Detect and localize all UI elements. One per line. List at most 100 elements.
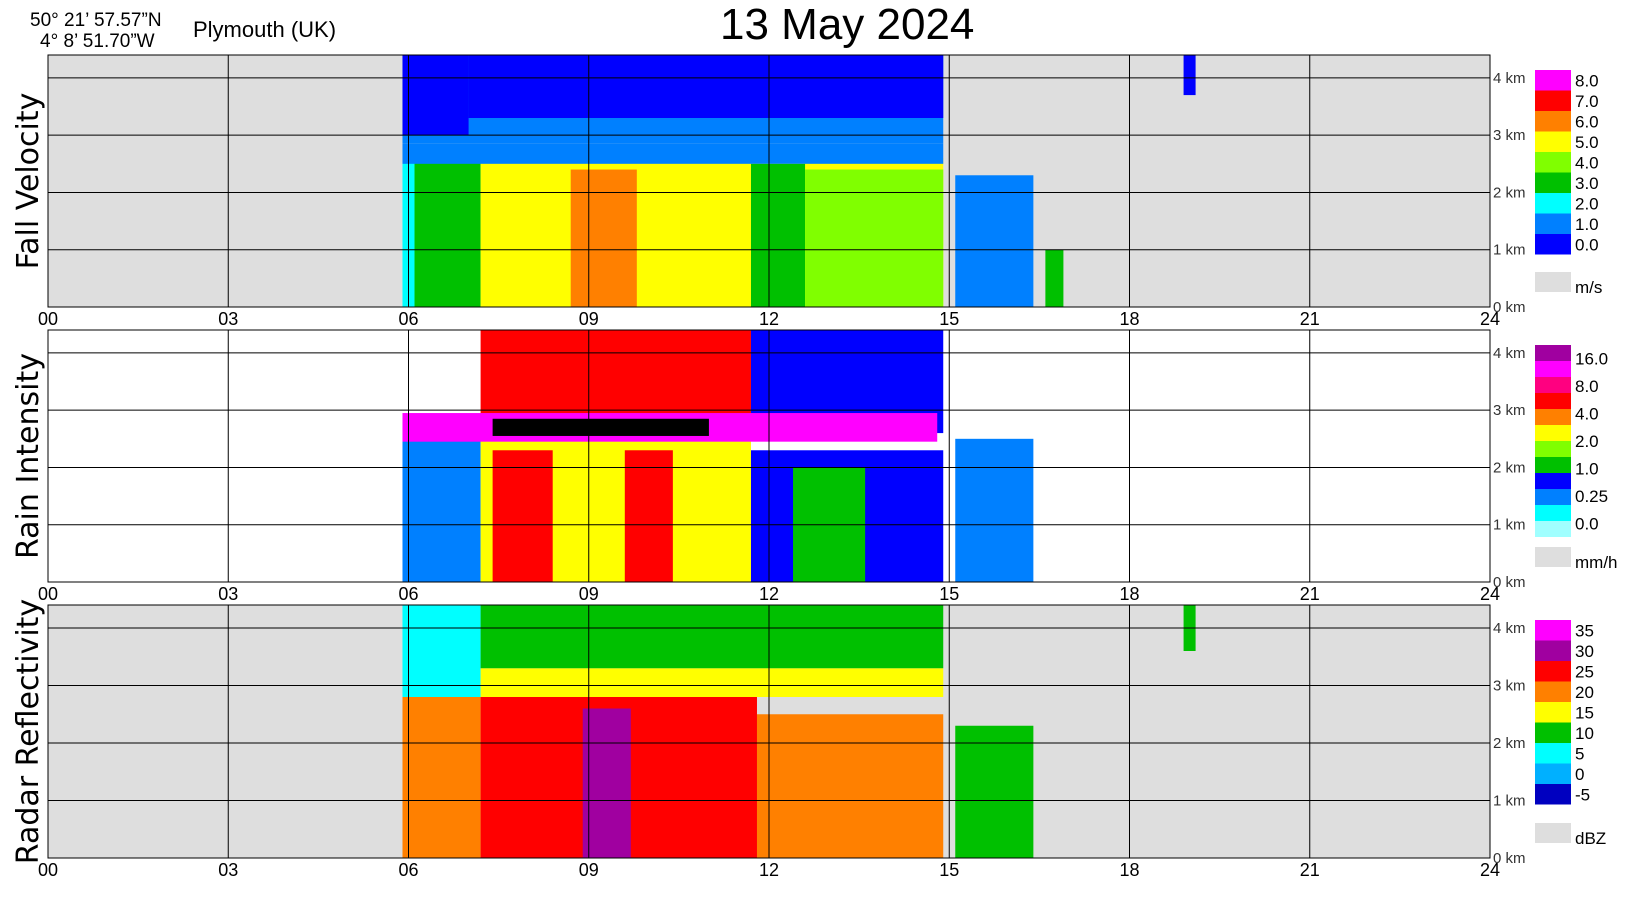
- data-band: [492, 450, 553, 582]
- colorbar-swatch: [1535, 234, 1571, 255]
- colorbar-label: 8.0: [1575, 377, 1599, 396]
- colorbar-label: 4.0: [1575, 405, 1599, 424]
- colorbar-swatch: [1535, 784, 1571, 805]
- colorbar-label: 15: [1575, 703, 1594, 722]
- y-tick-label: 0 km: [1493, 299, 1526, 316]
- x-tick-label: 12: [759, 309, 779, 329]
- colorbar-label: 3.0: [1575, 174, 1599, 193]
- nodata-swatch: [1535, 823, 1571, 843]
- x-tick-label: 09: [579, 860, 599, 880]
- data-band: [414, 146, 481, 307]
- y-tick-label: 4 km: [1493, 70, 1526, 87]
- x-tick-label: 18: [1119, 309, 1139, 329]
- data-band: [402, 55, 469, 136]
- colorbar-swatch: [1535, 702, 1571, 723]
- colorbar-label: 2.0: [1575, 432, 1599, 451]
- colorbar-label: 6.0: [1575, 112, 1599, 131]
- colorbar-swatch: [1535, 213, 1571, 234]
- colorbar-label: 25: [1575, 662, 1594, 681]
- data-band: [1183, 55, 1196, 96]
- x-tick-label: 00: [38, 309, 58, 329]
- colorbar-swatch: [1535, 425, 1571, 441]
- x-tick-label: 12: [759, 584, 779, 604]
- data-band: [582, 708, 631, 858]
- colorbar-swatch: [1535, 681, 1571, 702]
- colorbar-label: 0.0: [1575, 235, 1599, 254]
- colorbar-label: -5: [1575, 785, 1590, 804]
- colorbar-swatch: [1535, 441, 1571, 457]
- unit-label: dBZ: [1575, 829, 1606, 848]
- unit-label: m/s: [1575, 278, 1602, 297]
- colorbar-label: 0.0: [1575, 514, 1599, 533]
- y-tick-label: 1 km: [1493, 517, 1526, 534]
- colorbar-swatch: [1535, 377, 1571, 393]
- radar-charts: 00 03 06 09 12 15 18 21 240 km1 km2 km3 km4 kmFa…: [11, 54, 1618, 880]
- y-axis-label: Fall Velocity: [11, 93, 46, 270]
- colorbar-swatch: [1535, 640, 1571, 661]
- x-tick-label: 12: [759, 860, 779, 880]
- colorbar-swatch: [1535, 131, 1571, 152]
- colorbar-label: 0.25: [1575, 487, 1608, 506]
- x-tick-label: 15: [939, 860, 959, 880]
- y-tick-label: 4 km: [1493, 345, 1526, 362]
- data-band: [955, 725, 1034, 858]
- data-band: [402, 421, 481, 582]
- colorbar-label: 1.0: [1575, 215, 1599, 234]
- y-tick-label: 3 km: [1493, 678, 1526, 695]
- data-band: [468, 55, 944, 118]
- y-tick-label: 4 km: [1493, 620, 1526, 637]
- colorbar-label: 7.0: [1575, 92, 1599, 111]
- colorbar-swatch: [1535, 361, 1571, 377]
- data-band: [492, 418, 709, 436]
- y-tick-label: 1 km: [1493, 793, 1526, 810]
- data-band: [570, 169, 637, 307]
- nodata-swatch: [1535, 547, 1571, 567]
- colorbar-label: 0: [1575, 765, 1584, 784]
- data-band: [480, 668, 944, 697]
- colorbar-swatch: [1535, 193, 1571, 214]
- colorbar-label: 1.0: [1575, 459, 1599, 478]
- colorbar-swatch: [1535, 152, 1571, 173]
- panel-2: 00 03 06 09 12 15 18 21 240 km1 km2 km3 km4 kmRa…: [11, 329, 1618, 604]
- colorbar-swatch: [1535, 111, 1571, 132]
- y-tick-label: 3 km: [1493, 402, 1526, 419]
- y-tick-label: 0 km: [1493, 850, 1526, 867]
- colorbar-label: 10: [1575, 724, 1594, 743]
- colorbar-swatch: [1535, 661, 1571, 682]
- data-band: [480, 605, 944, 669]
- data-band: [750, 163, 806, 307]
- x-tick-label: 18: [1119, 584, 1139, 604]
- colorbar-swatch: [1535, 489, 1571, 505]
- colorbar-swatch: [1535, 393, 1571, 409]
- colorbar-label: 2.0: [1575, 194, 1599, 213]
- y-tick-label: 2 km: [1493, 735, 1526, 752]
- data-band: [402, 143, 944, 164]
- y-axis-label: Radar Reflectivity: [11, 599, 46, 864]
- colorbar-swatch: [1535, 457, 1571, 473]
- panel-3: 00 03 06 09 12 15 18 21 240 km1 km2 km3 km4 kmRa…: [11, 599, 1606, 880]
- colorbar-swatch: [1535, 505, 1571, 521]
- colorbar-label: 5.0: [1575, 133, 1599, 152]
- data-band: [955, 438, 1034, 582]
- data-band: [955, 175, 1034, 307]
- colorbar-label: 4.0: [1575, 153, 1599, 172]
- colorbar-label: 16.0: [1575, 350, 1608, 369]
- colorbar-swatch: [1535, 172, 1571, 193]
- y-tick-label: 2 km: [1493, 459, 1526, 476]
- x-tick-label: 21: [1300, 584, 1320, 604]
- data-band: [1045, 249, 1064, 307]
- colorbar-swatch: [1535, 763, 1571, 784]
- colorbar-label: 30: [1575, 642, 1594, 661]
- x-tick-label: 09: [579, 584, 599, 604]
- unit-label: mm/h: [1575, 553, 1618, 572]
- x-tick-label: 15: [939, 309, 959, 329]
- nodata-swatch: [1535, 272, 1571, 292]
- x-tick-label: 21: [1300, 309, 1320, 329]
- colorbar-swatch: [1535, 70, 1571, 91]
- y-tick-label: 2 km: [1493, 184, 1526, 201]
- y-axis-label: Rain Intensity: [11, 353, 46, 559]
- x-tick-label: 18: [1119, 860, 1139, 880]
- colorbar-swatch: [1535, 473, 1571, 489]
- colorbar-label: 20: [1575, 683, 1594, 702]
- colorbar-label: 5: [1575, 744, 1584, 763]
